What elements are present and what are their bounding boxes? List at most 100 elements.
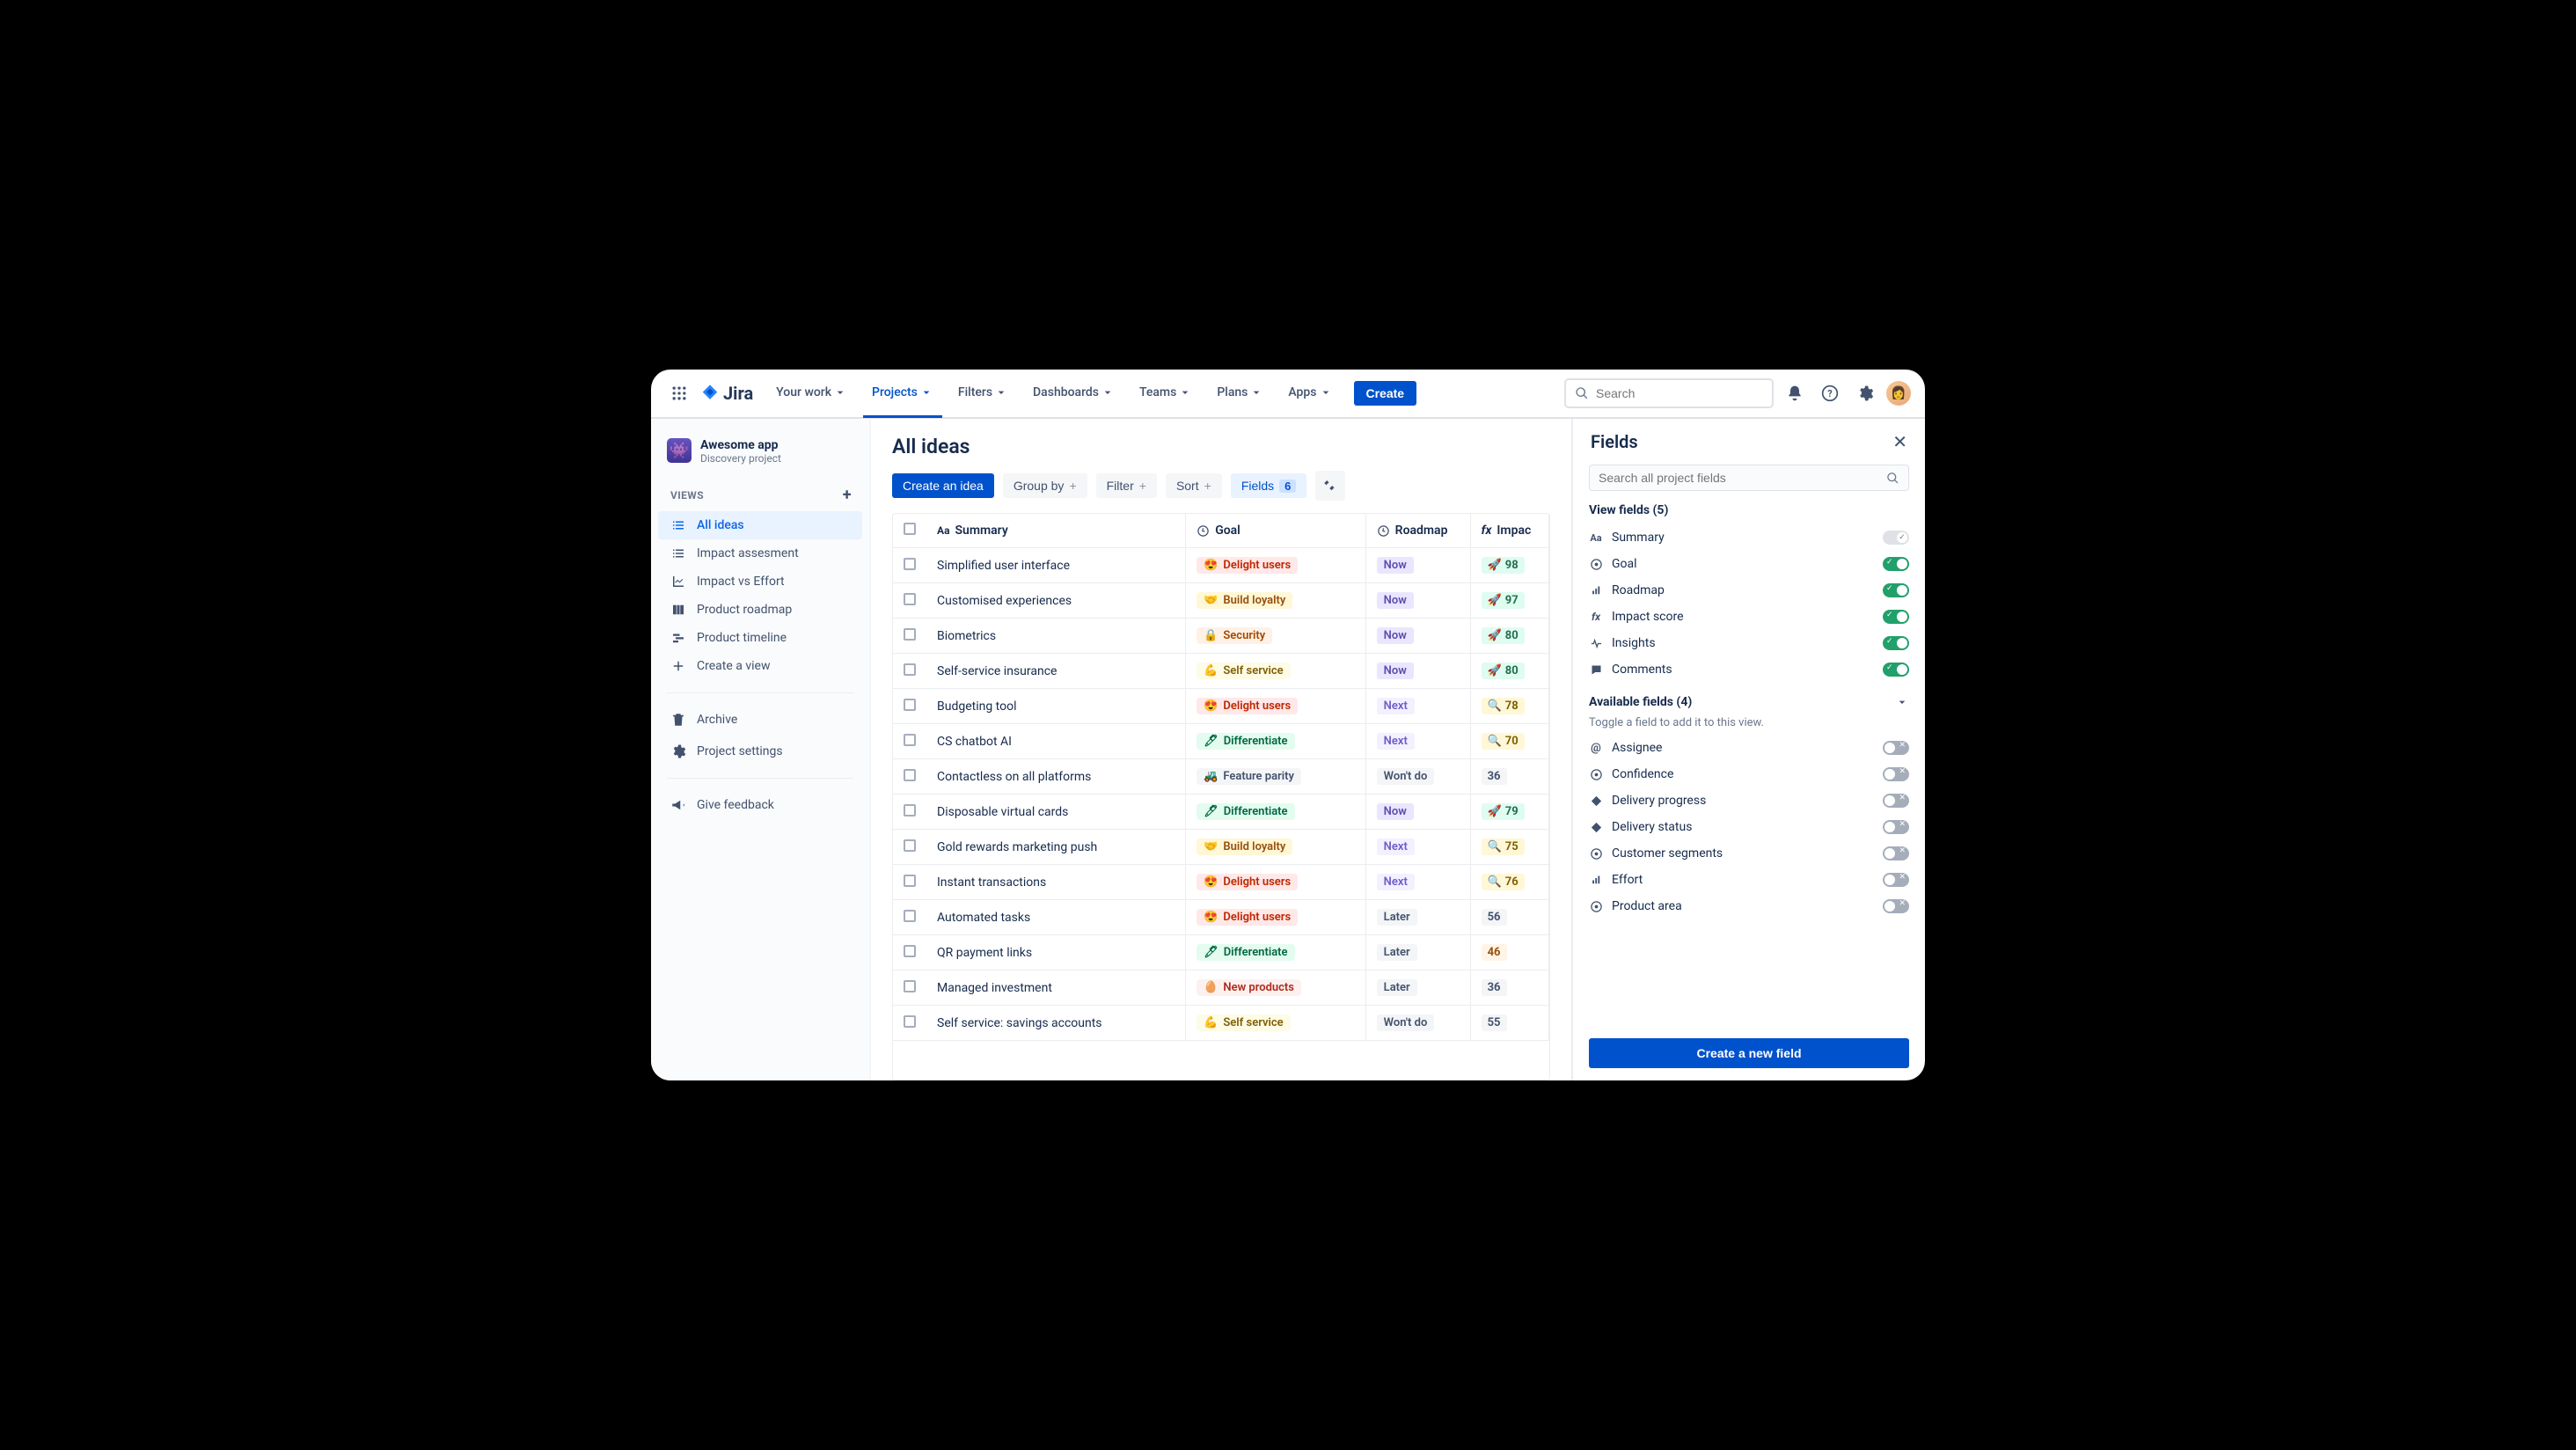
summary-cell[interactable]: Simplified user interface [926, 548, 1186, 583]
row-checkbox[interactable] [904, 875, 916, 887]
app-switcher-icon[interactable] [665, 379, 693, 407]
goal-chip[interactable]: Delight users [1197, 698, 1298, 714]
field-toggle[interactable] [1883, 899, 1909, 913]
summary-cell[interactable]: Self-service insurance [926, 654, 1186, 689]
table-row[interactable]: Disposable virtual cards Differentiate N… [893, 795, 1549, 830]
impact-chip[interactable]: 55 [1482, 1014, 1507, 1031]
field-toggle[interactable] [1883, 531, 1909, 545]
row-checkbox[interactable] [904, 628, 916, 641]
help-icon[interactable]: ? [1816, 379, 1844, 407]
roadmap-chip[interactable]: Now [1377, 592, 1414, 609]
table-row[interactable]: Simplified user interface Delight users … [893, 548, 1549, 583]
roadmap-chip[interactable]: Now [1377, 557, 1414, 574]
goal-chip[interactable]: Delight users [1197, 909, 1298, 926]
field-toggle[interactable] [1883, 557, 1909, 571]
field-toggle[interactable] [1883, 873, 1909, 887]
table-row[interactable]: Self-service insurance Self service Now … [893, 654, 1549, 689]
field-toggle[interactable] [1883, 636, 1909, 650]
goal-chip[interactable]: Differentiate [1197, 944, 1294, 961]
goal-chip[interactable]: Differentiate [1197, 803, 1294, 820]
row-checkbox[interactable] [904, 663, 916, 676]
goal-chip[interactable]: Build loyalty [1197, 839, 1292, 855]
roadmap-chip[interactable]: Later [1377, 944, 1417, 961]
nav-item-filters[interactable]: Filters [949, 370, 1017, 418]
table-row[interactable]: Biometrics Security Now 80 [893, 619, 1549, 654]
field-toggle[interactable] [1883, 663, 1909, 677]
goal-chip[interactable]: Differentiate [1197, 733, 1294, 750]
field-toggle[interactable] [1883, 794, 1909, 808]
create-idea-button[interactable]: Create an idea [892, 473, 994, 498]
row-checkbox[interactable] [904, 734, 916, 746]
user-avatar[interactable]: 👩 [1886, 381, 1911, 406]
field-toggle[interactable] [1883, 767, 1909, 781]
table-row[interactable]: Contactless on all platforms Feature par… [893, 759, 1549, 795]
fields-search[interactable] [1589, 465, 1909, 491]
row-checkbox[interactable] [904, 980, 916, 992]
summary-cell[interactable]: Disposable virtual cards [926, 795, 1186, 830]
summary-cell[interactable]: Gold rewards marketing push [926, 830, 1186, 865]
table-row[interactable]: CS chatbot AI Differentiate Next 70 [893, 724, 1549, 759]
sidebar-view-product-timeline[interactable]: Product timeline [658, 624, 862, 652]
summary-cell[interactable]: CS chatbot AI [926, 724, 1186, 759]
impact-chip[interactable]: 80 [1482, 663, 1525, 679]
roadmap-chip[interactable]: Won't do [1377, 768, 1435, 785]
add-view-icon[interactable]: + [843, 486, 852, 504]
col-summary[interactable]: Summary [955, 524, 1007, 538]
sidebar-settings[interactable]: Project settings [658, 737, 862, 765]
field-toggle[interactable] [1883, 583, 1909, 597]
filter-button[interactable]: Filter+ [1096, 473, 1157, 498]
global-search[interactable] [1564, 378, 1774, 408]
automation-icon[interactable] [1315, 471, 1345, 501]
impact-chip[interactable]: 70 [1482, 733, 1525, 750]
sidebar-view-impact-assesment[interactable]: Impact assesment [658, 539, 862, 568]
summary-cell[interactable]: Budgeting tool [926, 689, 1186, 724]
create-button[interactable]: Create [1354, 381, 1417, 406]
sidebar-archive[interactable]: Archive [658, 706, 862, 734]
table-row[interactable]: Self service: savings accounts Self serv… [893, 1006, 1549, 1041]
impact-chip[interactable]: 56 [1482, 909, 1507, 926]
impact-chip[interactable]: 98 [1482, 557, 1525, 574]
sidebar-feedback[interactable]: Give feedback [658, 791, 862, 819]
goal-chip[interactable]: Delight users [1197, 874, 1298, 890]
summary-cell[interactable]: Managed investment [926, 970, 1186, 1006]
row-checkbox[interactable] [904, 910, 916, 922]
nav-item-teams[interactable]: Teams [1131, 370, 1201, 418]
impact-chip[interactable]: 75 [1482, 839, 1525, 855]
sidebar-view-product-roadmap[interactable]: Product roadmap [658, 596, 862, 624]
field-toggle[interactable] [1883, 846, 1909, 860]
nav-item-your-work[interactable]: Your work [767, 370, 856, 418]
fields-button[interactable]: Fields6 [1231, 473, 1307, 498]
nav-item-apps[interactable]: Apps [1279, 370, 1341, 418]
summary-cell[interactable]: Biometrics [926, 619, 1186, 654]
field-toggle[interactable] [1883, 610, 1909, 624]
row-checkbox[interactable] [904, 699, 916, 711]
impact-chip[interactable]: 36 [1482, 979, 1507, 996]
impact-chip[interactable]: 79 [1482, 803, 1525, 820]
field-toggle[interactable] [1883, 820, 1909, 834]
table-row[interactable]: Budgeting tool Delight users Next 78 [893, 689, 1549, 724]
sidebar-view-impact-vs-effort[interactable]: Impact vs Effort [658, 568, 862, 596]
search-input[interactable] [1596, 386, 1763, 400]
goal-chip[interactable]: Self service [1197, 663, 1290, 679]
fields-search-input[interactable] [1599, 471, 1879, 485]
nav-item-dashboards[interactable]: Dashboards [1024, 370, 1123, 418]
roadmap-chip[interactable]: Now [1377, 627, 1414, 644]
table-row[interactable]: Customised experiences Build loyalty Now… [893, 583, 1549, 619]
row-checkbox[interactable] [904, 839, 916, 852]
roadmap-chip[interactable]: Won't do [1377, 1014, 1435, 1031]
nav-item-plans[interactable]: Plans [1208, 370, 1272, 418]
summary-cell[interactable]: Instant transactions [926, 865, 1186, 900]
notifications-icon[interactable] [1781, 379, 1809, 407]
table-row[interactable]: QR payment links Differentiate Later 46 [893, 935, 1549, 970]
table-row[interactable]: Managed investment New products Later 36 [893, 970, 1549, 1006]
group-by-button[interactable]: Group by+ [1003, 473, 1087, 498]
goal-chip[interactable]: Build loyalty [1197, 592, 1292, 609]
impact-chip[interactable]: 36 [1482, 768, 1507, 785]
roadmap-chip[interactable]: Later [1377, 979, 1417, 996]
goal-chip[interactable]: Delight users [1197, 557, 1298, 574]
goal-chip[interactable]: Feature parity [1197, 768, 1301, 785]
roadmap-chip[interactable]: Next [1377, 698, 1415, 714]
nav-item-projects[interactable]: Projects [863, 370, 942, 418]
select-all-checkbox[interactable] [904, 523, 916, 535]
summary-cell[interactable]: Automated tasks [926, 900, 1186, 935]
